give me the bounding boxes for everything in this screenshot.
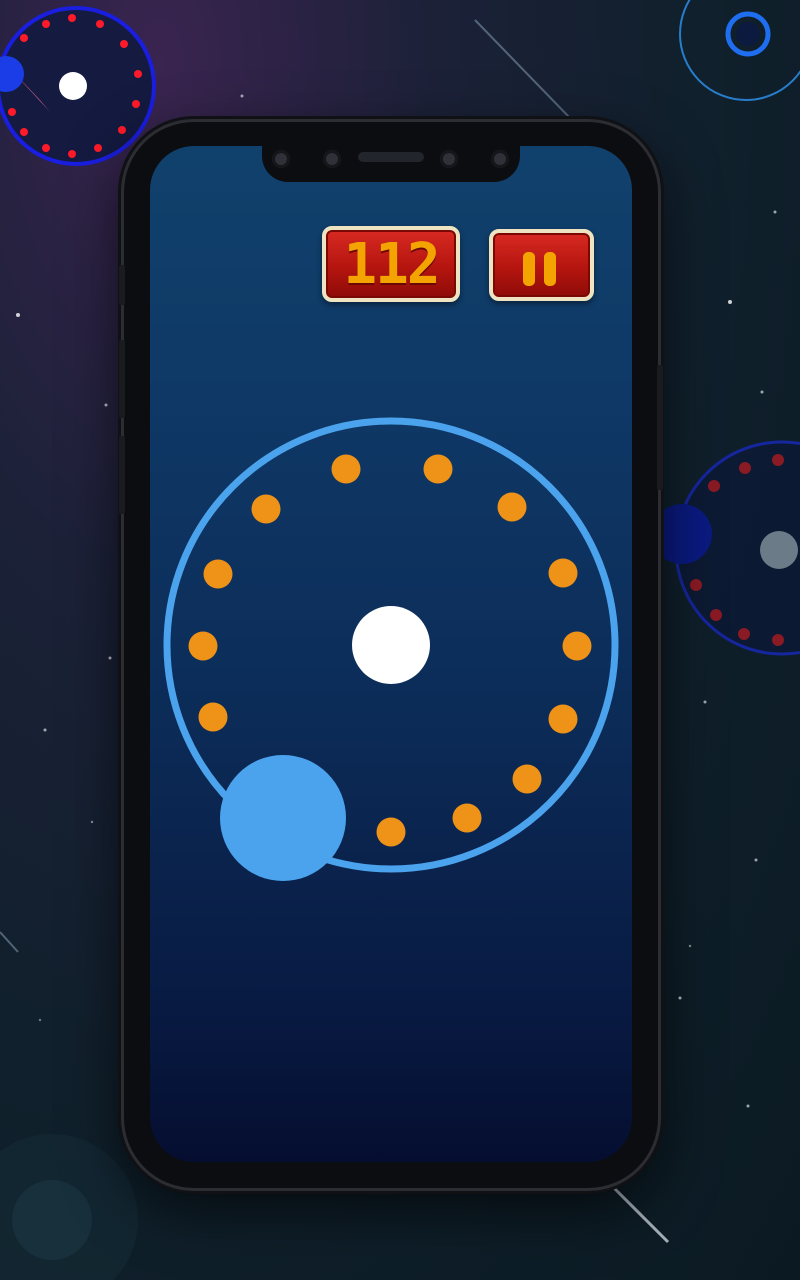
phone-side-button — [119, 265, 125, 305]
orange-dot — [497, 492, 527, 522]
score-value: 112 — [343, 231, 440, 297]
decor-mini-game-top-left — [0, 6, 156, 166]
orange-dot — [198, 702, 228, 732]
phone-side-button — [119, 340, 125, 418]
orange-dot — [562, 631, 592, 661]
orange-dot — [452, 803, 482, 833]
score-display: 112 — [322, 226, 460, 302]
shooting-star — [610, 1184, 670, 1244]
phone-side-button — [657, 365, 663, 490]
pause-button[interactable] — [489, 229, 594, 301]
shooting-star — [474, 19, 571, 119]
orange-dot — [188, 631, 218, 661]
orange-dot — [548, 558, 578, 588]
orange-dot — [251, 494, 281, 524]
center-ball — [352, 606, 430, 684]
phone-side-button — [119, 436, 125, 514]
player-ball[interactable] — [220, 755, 346, 881]
orange-dot — [203, 559, 233, 589]
orange-dot — [376, 817, 406, 847]
orange-dot — [548, 704, 578, 734]
orange-dot — [423, 454, 453, 484]
orange-dot — [512, 764, 542, 794]
planet-shape — [12, 1180, 92, 1260]
orange-dot — [331, 454, 361, 484]
shooting-star — [0, 931, 19, 953]
decor-target-top-right — [679, 0, 800, 101]
decor-mini-game-right — [652, 440, 800, 656]
